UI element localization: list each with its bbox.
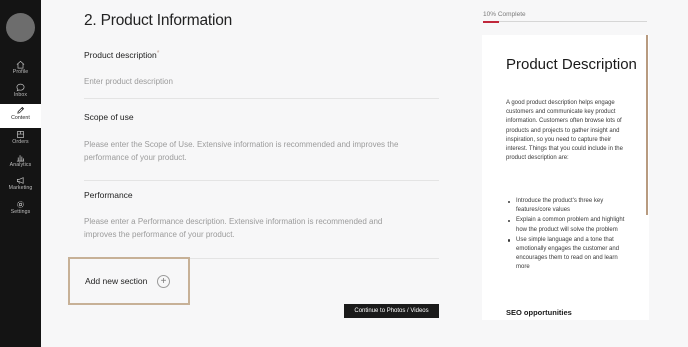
scrollbar-thumb[interactable] — [646, 35, 648, 215]
avatar[interactable] — [6, 13, 35, 42]
sidebar: Profile Inbox Content Orders Analytics M… — [0, 0, 41, 347]
bar-chart-icon — [16, 155, 25, 162]
sidebar-item-marketing[interactable]: Marketing — [0, 174, 41, 198]
chat-icon — [16, 83, 25, 92]
list-item: Explain a common problem and highlight h… — [506, 216, 632, 234]
scope-of-use-label: Scope of use — [84, 112, 134, 122]
product-description-input[interactable]: Enter product description — [84, 75, 414, 88]
add-new-section-label: Add new section — [85, 276, 148, 286]
sidebar-item-settings[interactable]: Settings — [0, 198, 41, 222]
list-item: Use simple language and a tone that emot… — [506, 236, 632, 273]
sidebar-item-label: Analytics — [9, 162, 32, 168]
divider — [84, 180, 439, 181]
home-icon — [16, 60, 25, 69]
list-item: Introduce the product's three key featur… — [506, 197, 632, 215]
sidebar-item-profile[interactable]: Profile — [0, 58, 41, 82]
help-title: Product Description — [506, 56, 637, 73]
sidebar-item-label: Orders — [12, 139, 29, 145]
box-icon — [16, 130, 25, 139]
required-mark: * — [156, 50, 160, 57]
sidebar-item-inbox[interactable]: Inbox — [0, 81, 41, 105]
performance-input[interactable]: Please enter a Performance description. … — [84, 215, 414, 241]
scope-of-use-input[interactable]: Please enter the Scope of Use. Extensive… — [84, 138, 414, 164]
product-description-label: Product description* — [84, 50, 160, 60]
sidebar-item-orders[interactable]: Orders — [0, 128, 41, 152]
performance-label: Performance — [84, 190, 133, 200]
progress-bar-fill — [483, 20, 500, 23]
help-bullet-list: Introduce the product's three key featur… — [506, 197, 632, 274]
divider — [84, 98, 439, 99]
megaphone-icon — [16, 177, 24, 184]
pencil-icon — [17, 106, 25, 114]
sidebar-item-label: Content — [11, 115, 30, 121]
help-subtitle: SEO opportunities — [506, 308, 572, 317]
progress-text: 10% Complete — [483, 11, 526, 18]
plus-icon: + — [157, 275, 170, 288]
progress-bar — [483, 20, 647, 23]
product-description-label-text: Product description — [84, 50, 157, 60]
sidebar-item-label: Inbox — [13, 92, 28, 98]
sidebar-item-analytics[interactable]: Analytics — [0, 151, 41, 175]
sidebar-item-label: Marketing — [8, 185, 33, 191]
gear-icon — [17, 201, 24, 208]
help-body: A good product description helps engage … — [506, 100, 623, 162]
help-panel: Product Description A good product descr… — [482, 35, 649, 320]
add-new-section-button[interactable]: Add new section + — [68, 257, 190, 305]
sidebar-item-label: Profile — [12, 69, 29, 75]
sidebar-item-content[interactable]: Content — [0, 104, 41, 128]
product-information-form: 2. Product Information Product descripti… — [41, 0, 471, 347]
page-title: 2. Product Information — [84, 12, 233, 29]
continue-button[interactable]: Continue to Photos / Videos — [344, 304, 439, 318]
sidebar-item-label: Settings — [10, 209, 31, 215]
